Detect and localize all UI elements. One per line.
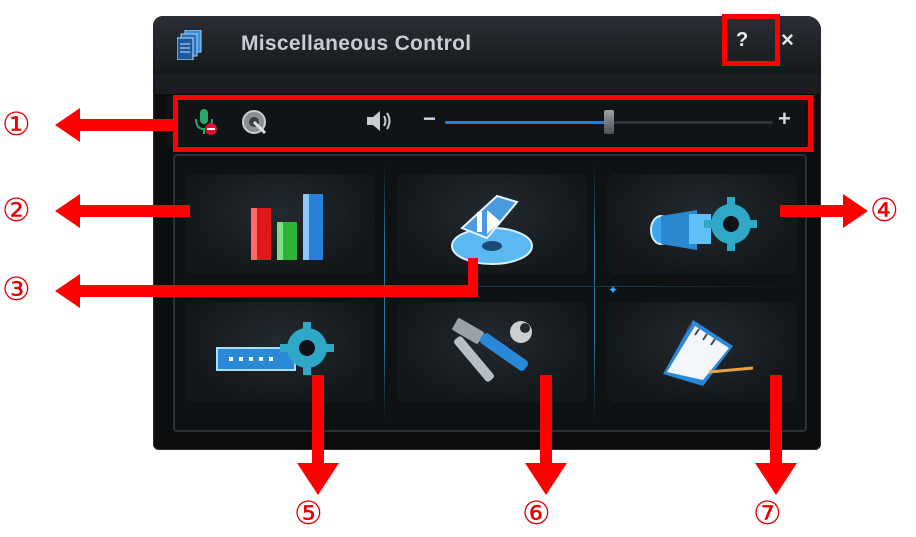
arrow-1 bbox=[55, 108, 175, 142]
arrow-3 bbox=[55, 258, 478, 308]
annotation-arrows bbox=[55, 108, 868, 495]
arrow-6 bbox=[525, 375, 567, 495]
arrow-4 bbox=[780, 194, 868, 228]
arrow-2 bbox=[55, 194, 190, 228]
arrow-5 bbox=[297, 375, 339, 495]
arrow-7 bbox=[755, 375, 797, 495]
